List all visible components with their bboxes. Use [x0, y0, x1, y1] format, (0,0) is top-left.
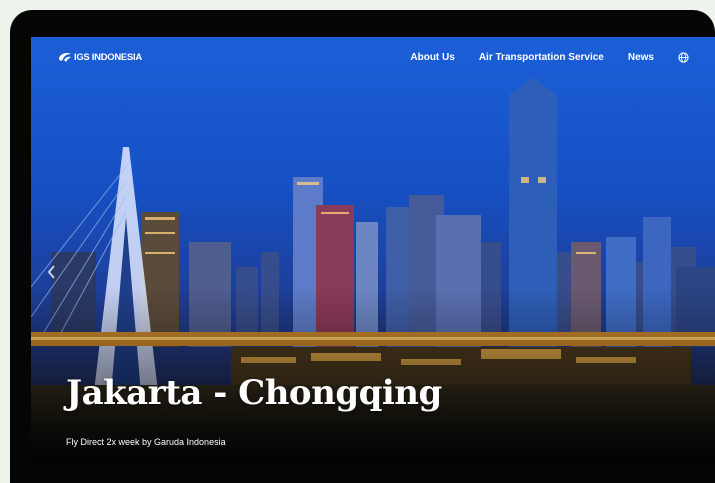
website-screen: IGS INDONESIA About Us Air Transportatio…	[31, 37, 715, 465]
nav-menu: About Us Air Transportation Service News	[410, 52, 689, 63]
brand-logo-text: IGS INDONESIA	[74, 52, 142, 63]
globe-icon[interactable]	[678, 52, 689, 63]
nav-item-air-transportation-service[interactable]: Air Transportation Service	[479, 52, 604, 63]
hero-title: Jakarta - Chongqing	[66, 373, 442, 413]
brand-logo[interactable]: IGS INDONESIA	[58, 52, 142, 63]
top-navigation: IGS INDONESIA About Us Air Transportatio…	[31, 37, 715, 81]
hero-subtitle: Fly Direct 2x week by Garuda Indonesia	[66, 437, 226, 447]
nav-item-news[interactable]: News	[628, 52, 654, 63]
chevron-left-icon[interactable]	[46, 264, 58, 280]
device-frame: IGS INDONESIA About Us Air Transportatio…	[10, 10, 715, 483]
nav-item-about-us[interactable]: About Us	[410, 52, 454, 63]
igs-logo-icon	[59, 53, 71, 62]
